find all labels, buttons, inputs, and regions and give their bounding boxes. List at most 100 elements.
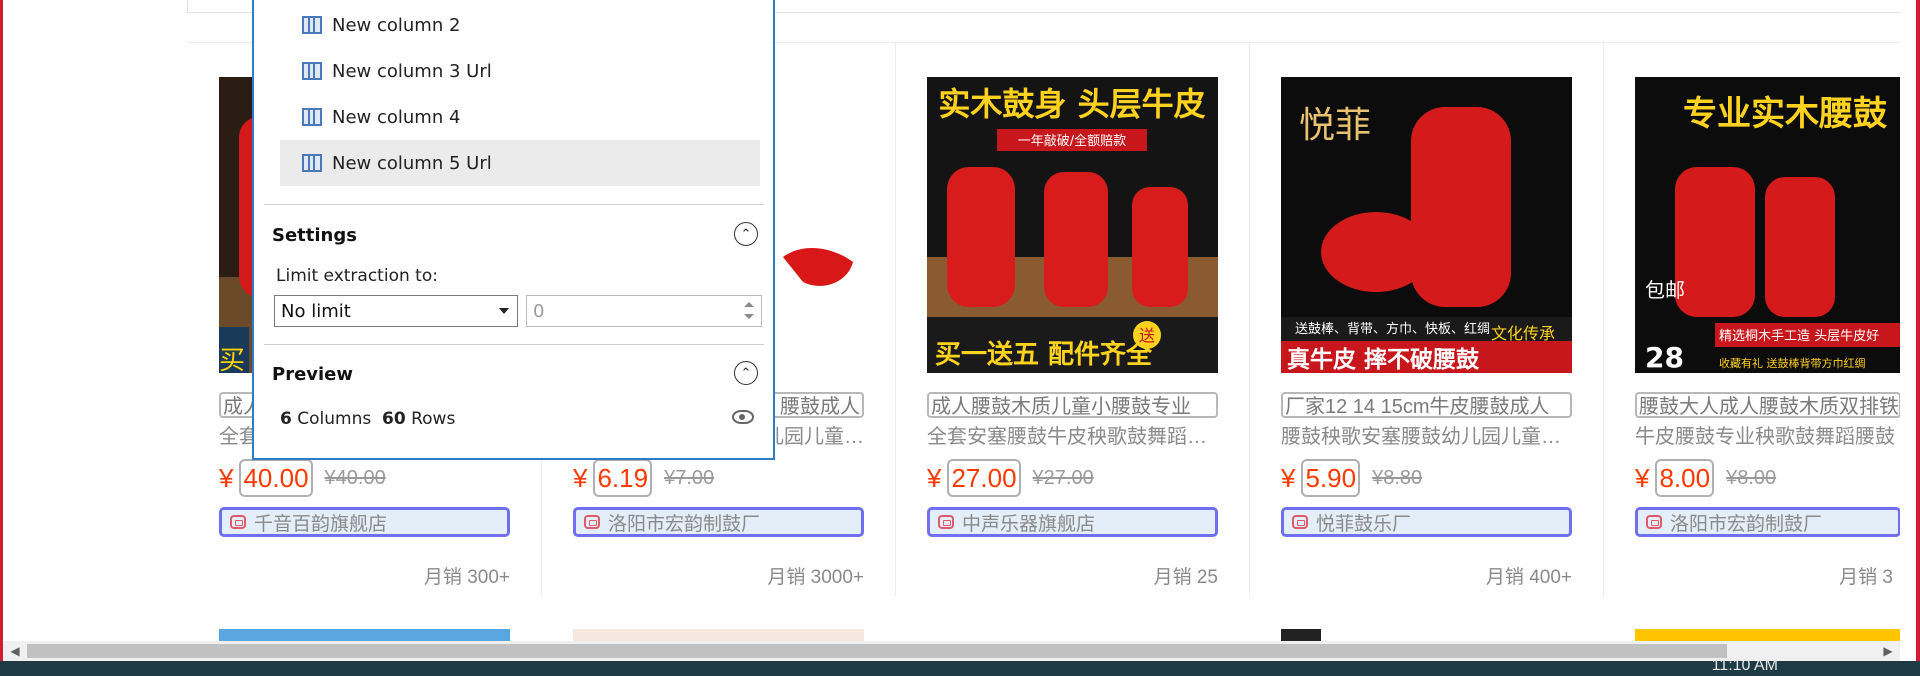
product-title-line1[interactable]: 腰鼓大人成人腰鼓木质双排铁 xyxy=(1635,392,1900,418)
window-frame-right xyxy=(1916,0,1920,676)
divider xyxy=(264,204,764,205)
shop-icon xyxy=(1646,515,1662,529)
price: 27.00 xyxy=(947,459,1021,497)
original-price: ¥27.00 xyxy=(1032,466,1094,489)
column-label: New column 5 Url xyxy=(332,152,492,174)
divider xyxy=(264,344,764,345)
shop-icon xyxy=(938,515,954,529)
shop-link[interactable]: 悦菲鼓乐厂 xyxy=(1281,507,1572,537)
spin-up-icon[interactable] xyxy=(744,302,754,307)
image-subline: 一年敲破/全额赔款 xyxy=(1018,133,1126,149)
monthly-sales: 月销 25 xyxy=(1153,567,1218,588)
image-price: 28 xyxy=(1645,341,1684,373)
image-bottom-text: 买一送五 配件齐全 xyxy=(935,339,1153,370)
price-row: ¥ 27.00 ¥27.00 xyxy=(927,459,1094,497)
scroll-right-icon[interactable]: ▶ xyxy=(1878,641,1898,661)
column-label: New column 2 xyxy=(332,14,461,36)
column-icon xyxy=(302,108,322,126)
price-row: ¥ 40.00 ¥40.00 xyxy=(219,459,386,497)
settings-section-title: Settings xyxy=(272,225,357,246)
columns-label: Columns xyxy=(297,409,372,429)
column-icon xyxy=(302,154,322,172)
column-item[interactable]: New column 3 Url xyxy=(280,48,760,94)
column-icon xyxy=(302,16,322,34)
shop-icon xyxy=(584,515,600,529)
price: 8.00 xyxy=(1655,459,1715,497)
currency-symbol: ¥ xyxy=(1635,462,1650,493)
image-subline: 送鼓棒、背带、方巾、快板、红绸 xyxy=(1295,321,1490,337)
horizontal-scrollbar[interactable]: ◀ ▶ xyxy=(3,641,1900,661)
product-title-line2[interactable]: 全套安塞腰鼓牛皮秧歌鼓舞蹈… xyxy=(927,424,1218,450)
preview-stats: 6 Columns 60 Rows xyxy=(280,409,455,429)
rows-count: 60 xyxy=(382,409,406,429)
product-image[interactable]: 实木鼓身 头层牛皮 一年敲破/全额赔款 买一送五 配件齐全 送 xyxy=(927,77,1218,373)
column-label: New column 3 Url xyxy=(332,60,492,82)
shop-name: 悦菲鼓乐厂 xyxy=(1316,513,1412,535)
eye-icon[interactable] xyxy=(732,410,754,424)
image-bottom-text: 收藏有礼 送鼓棒背带方巾红绸 xyxy=(1719,356,1866,370)
shop-link[interactable]: 中声乐器旗舰店 xyxy=(927,507,1218,537)
image-bottom-text: 真牛皮 摔不破腰鼓 xyxy=(1287,346,1480,373)
price: 40.00 xyxy=(239,459,313,497)
product-card[interactable]: 专业实木腰鼓 包邮 28 精选桐木手工造 头层牛皮好 收藏有礼 送鼓棒背带方巾红… xyxy=(1603,43,1900,596)
price-row: ¥ 8.00 ¥8.00 xyxy=(1635,459,1776,497)
shop-name: 千音百韵旗舰店 xyxy=(254,513,388,535)
original-price: ¥8.00 xyxy=(1726,466,1777,489)
shop-name: 洛阳市宏韵制鼓厂 xyxy=(1670,513,1823,535)
taskbar-clock: 11:10 AM xyxy=(1711,657,1778,674)
original-price: ¥7.00 xyxy=(664,466,715,489)
limit-extraction-label: Limit extraction to: xyxy=(276,266,438,286)
price-row: ¥ 5.90 ¥8.80 xyxy=(1281,459,1422,497)
product-card[interactable]: 实木鼓身 头层牛皮 一年敲破/全额赔款 买一送五 配件齐全 送 成人腰鼓木质儿童… xyxy=(895,43,1250,596)
image-brand: 悦菲 xyxy=(1299,105,1371,146)
image-subline: 精选桐木手工造 头层牛皮好 xyxy=(1719,329,1879,344)
column-label: New column 4 xyxy=(332,106,461,128)
rows-label: Rows xyxy=(411,409,456,429)
currency-symbol: ¥ xyxy=(219,462,234,493)
monthly-sales: 月销 3000+ xyxy=(767,567,864,588)
product-image[interactable]: 专业实木腰鼓 包邮 28 精选桐木手工造 头层牛皮好 收藏有礼 送鼓棒背带方巾红… xyxy=(1635,77,1900,373)
monthly-sales: 月销 300+ xyxy=(423,567,510,588)
image-tag: 送 xyxy=(1139,326,1155,345)
product-grid-page: 买 成人 全套 ¥ 40.00 ¥40.00 千音百韵旗舰店 月销 300+ 腰… xyxy=(3,0,1900,642)
original-price: ¥8.80 xyxy=(1372,466,1423,489)
product-image[interactable]: 悦菲 送鼓棒、背带、方巾、快板、红绸 真牛皮 摔不破腰鼓 文化传承 xyxy=(1281,77,1572,373)
collapse-settings-button[interactable]: ⌃ xyxy=(734,222,758,246)
product-title-line1[interactable]: 成人腰鼓木质儿童小腰鼓专业 xyxy=(927,392,1218,418)
extraction-panel: New column 2 New column 3 Url New column… xyxy=(252,0,775,460)
scrollbar-thumb[interactable] xyxy=(27,644,1727,658)
price: 5.90 xyxy=(1301,459,1361,497)
original-price: ¥40.00 xyxy=(324,466,386,489)
spin-down-icon[interactable] xyxy=(744,314,754,319)
shop-link[interactable]: 洛阳市宏韵制鼓厂 xyxy=(573,507,864,537)
monthly-sales: 月销 400+ xyxy=(1485,567,1572,588)
monthly-sales: 月销 3 xyxy=(1839,567,1893,588)
image-caption: 买 xyxy=(219,346,245,373)
limit-number-input[interactable]: 0 xyxy=(526,295,762,327)
collapse-preview-button[interactable]: ⌃ xyxy=(734,361,758,385)
shop-link[interactable]: 洛阳市宏韵制鼓厂 xyxy=(1635,507,1900,537)
column-item-selected[interactable]: New column 5 Url xyxy=(280,140,760,186)
columns-count: 6 xyxy=(280,409,292,429)
column-item[interactable]: New column 2 xyxy=(280,2,760,48)
image-tag: 包邮 xyxy=(1645,278,1685,302)
shop-icon xyxy=(230,515,246,529)
product-title-line2[interactable]: 牛皮腰鼓专业秧歌鼓舞蹈腰鼓 xyxy=(1635,424,1900,450)
price: 6.19 xyxy=(593,459,653,497)
shop-icon xyxy=(1292,515,1308,529)
column-icon xyxy=(302,62,322,80)
scroll-left-icon[interactable]: ◀ xyxy=(5,641,25,661)
product-title-line1[interactable]: 厂家12 14 15cm牛皮腰鼓成人 xyxy=(1281,392,1572,418)
product-card[interactable]: 悦菲 送鼓棒、背带、方巾、快板、红绸 真牛皮 摔不破腰鼓 文化传承 厂家12 1… xyxy=(1249,43,1604,596)
shop-name: 洛阳市宏韵制鼓厂 xyxy=(608,513,761,535)
limit-select-value: No limit xyxy=(281,300,351,322)
image-headline: 实木鼓身 头层牛皮 xyxy=(938,85,1205,123)
price-row: ¥ 6.19 ¥7.00 xyxy=(573,459,714,497)
product-title-line2[interactable]: 腰鼓秧歌安塞腰鼓幼儿园儿童… xyxy=(1281,424,1572,450)
column-item[interactable]: New column 4 xyxy=(280,94,760,140)
limit-number-value: 0 xyxy=(533,300,545,322)
limit-select[interactable]: No limit xyxy=(274,295,518,327)
currency-symbol: ¥ xyxy=(927,462,942,493)
shop-link[interactable]: 千音百韵旗舰店 xyxy=(219,507,510,537)
chevron-down-icon xyxy=(499,308,509,314)
